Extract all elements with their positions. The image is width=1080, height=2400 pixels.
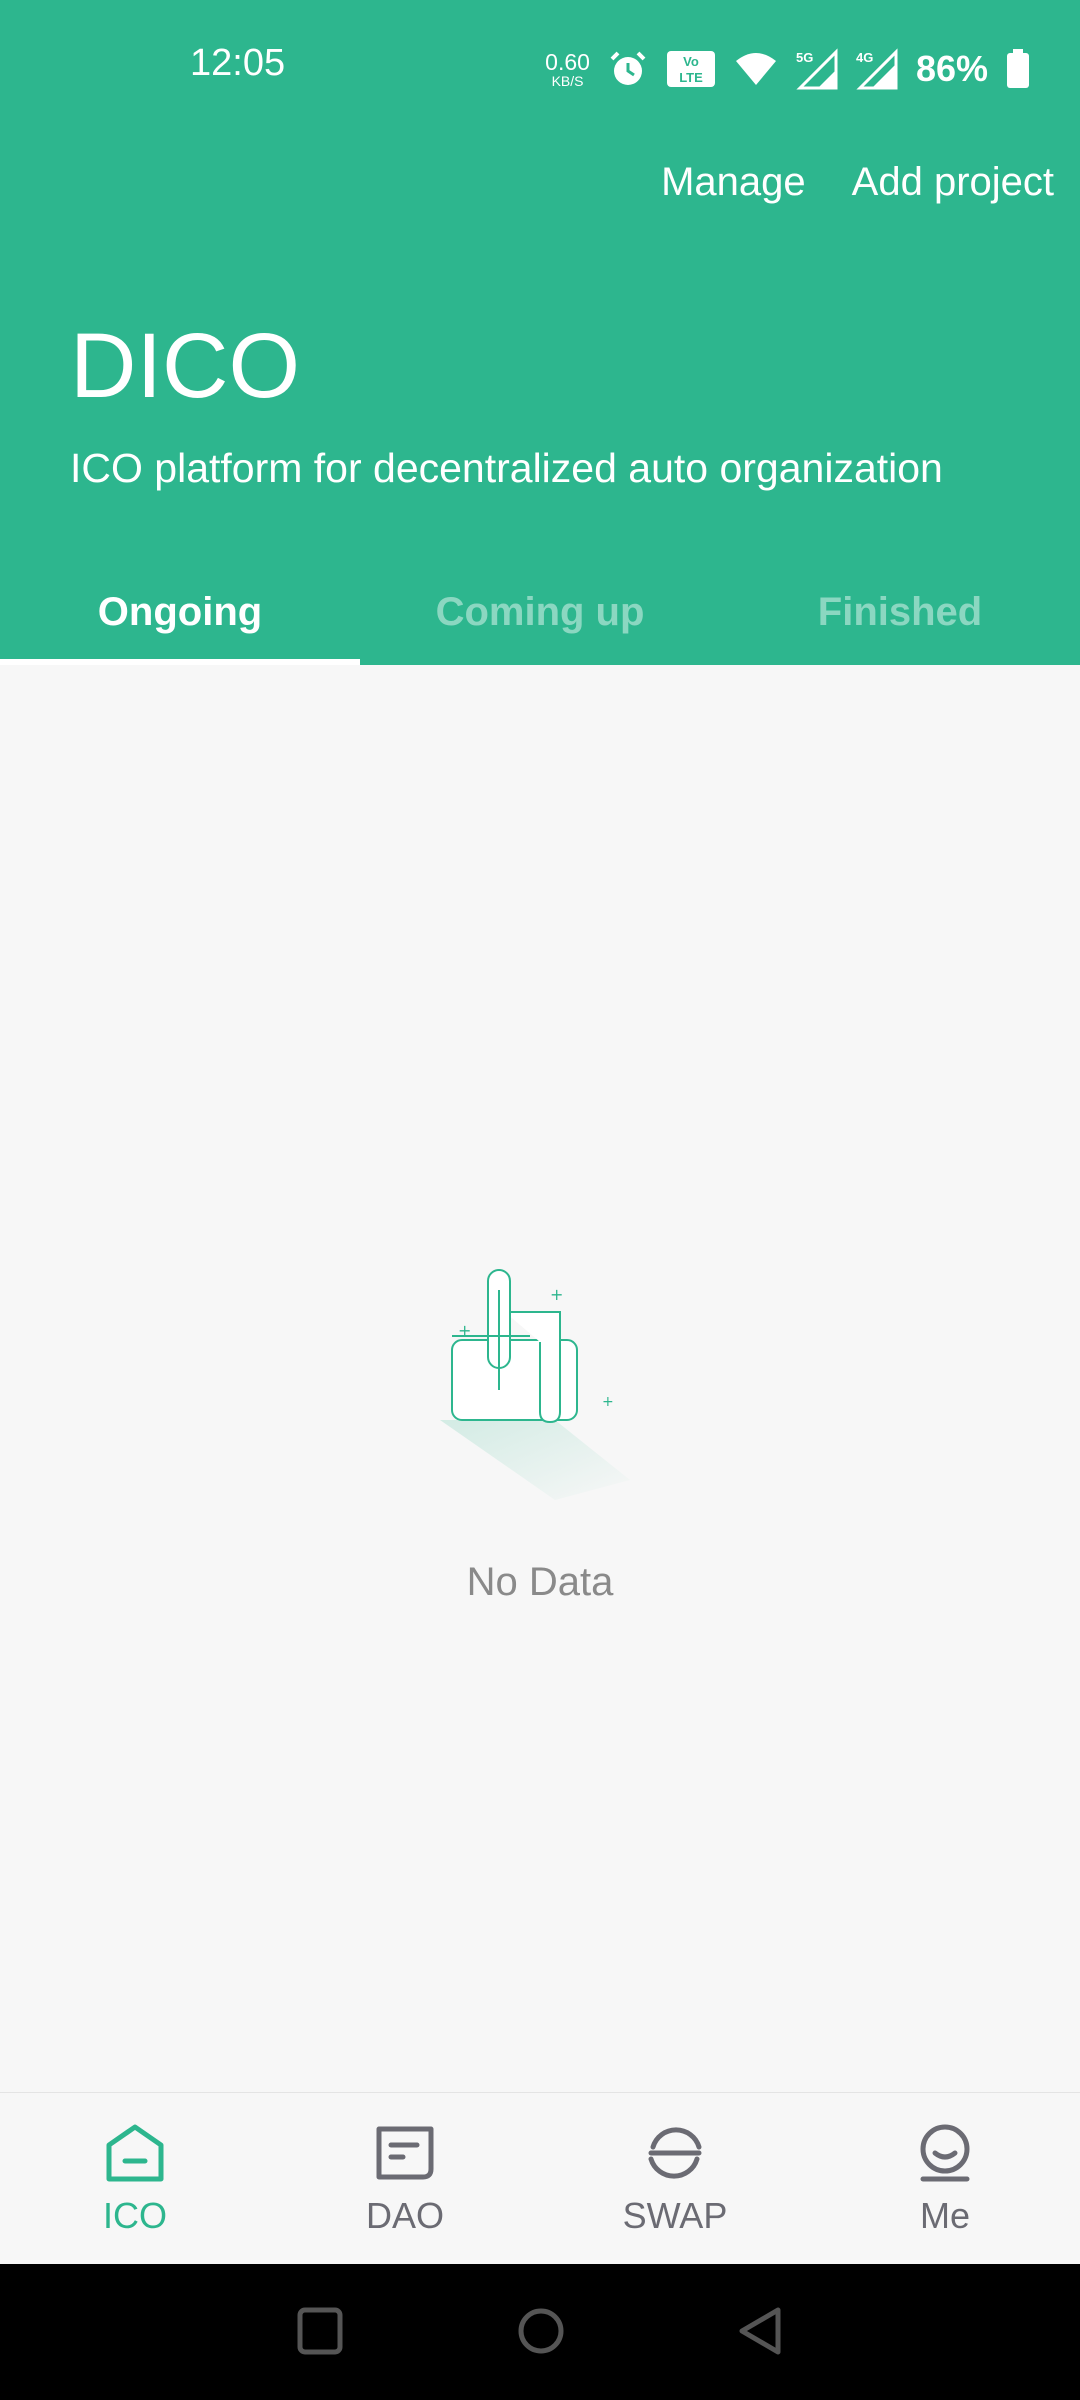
nav-me-label: Me bbox=[919, 2195, 970, 2236]
status-time: 12:05 bbox=[190, 42, 286, 84]
recents-icon[interactable] bbox=[296, 2304, 344, 2358]
nav-item-dao[interactable]: DAO bbox=[270, 2093, 540, 2265]
battery-icon bbox=[1007, 49, 1029, 88]
svg-text:LTE: LTE bbox=[679, 70, 703, 85]
alarm-icon bbox=[610, 51, 646, 85]
app-header: 12:05 0.60 KB/S Vo LTE 5G 4G 86% Manage … bbox=[0, 0, 1080, 665]
net-speed-unit: KB/S bbox=[551, 72, 584, 89]
home-icon[interactable] bbox=[514, 2304, 568, 2358]
page-subtitle: ICO platform for decentralized auto orga… bbox=[70, 445, 943, 491]
add-project-button[interactable]: Add project bbox=[852, 160, 1054, 205]
nav-item-me[interactable]: Me bbox=[810, 2093, 1080, 2265]
status-icons: 0.60 KB/S Vo LTE 5G 4G 86% bbox=[545, 44, 1030, 94]
tab-bar: Ongoing Coming up Finished bbox=[0, 560, 1080, 665]
empty-state: + + + No Data bbox=[0, 1260, 1080, 1605]
empty-state-text: No Data bbox=[466, 1560, 614, 1604]
volte-icon: Vo LTE bbox=[666, 51, 715, 87]
tab-indicator bbox=[0, 659, 360, 665]
nav-swap-label: SWAP bbox=[622, 2195, 728, 2236]
ico-home-icon bbox=[106, 2124, 164, 2182]
svg-text:5G: 5G bbox=[796, 50, 813, 65]
svg-text:+: + bbox=[550, 1285, 563, 1304]
dao-message-icon bbox=[376, 2126, 434, 2180]
battery-percent: 86% bbox=[915, 48, 988, 89]
svg-text:+: + bbox=[458, 1321, 471, 1340]
nav-item-ico[interactable]: ICO bbox=[0, 2093, 270, 2265]
back-icon[interactable] bbox=[736, 2304, 786, 2358]
swap-icon bbox=[648, 2127, 702, 2179]
page-title: DICO bbox=[70, 315, 300, 417]
status-bar: 12:05 0.60 KB/S Vo LTE 5G 4G 86% bbox=[0, 0, 1080, 130]
wifi-icon bbox=[735, 53, 776, 85]
net-speed-value: 0.60 bbox=[545, 48, 590, 75]
header-actions: Manage Add project bbox=[661, 160, 1054, 205]
svg-text:+: + bbox=[602, 1394, 614, 1410]
nav-dao-label: DAO bbox=[365, 2195, 444, 2236]
manage-button[interactable]: Manage bbox=[661, 160, 806, 205]
tab-coming-up-label: Coming up bbox=[435, 590, 645, 634]
nav-ico-label: ICO bbox=[102, 2195, 167, 2236]
system-navigation-bar bbox=[0, 2264, 1080, 2400]
signal-5g-icon: 5G bbox=[796, 48, 838, 90]
profile-icon bbox=[920, 2124, 970, 2182]
tab-ongoing-label: Ongoing bbox=[97, 590, 263, 634]
tab-coming-up[interactable]: Coming up bbox=[360, 560, 720, 665]
signal-4g-icon: 4G bbox=[856, 48, 898, 90]
svg-text:4G: 4G bbox=[856, 50, 873, 65]
nav-item-swap[interactable]: SWAP bbox=[540, 2093, 810, 2265]
tab-ongoing[interactable]: Ongoing bbox=[0, 560, 360, 665]
empty-document-icon: + + + bbox=[440, 1269, 630, 1500]
tab-finished[interactable]: Finished bbox=[720, 560, 1080, 665]
net-speed: 0.60 KB/S bbox=[545, 48, 590, 89]
tab-finished-label: Finished bbox=[817, 590, 983, 634]
bottom-nav: ICO DAO SWAP Me bbox=[0, 2092, 1080, 2265]
svg-text:Vo: Vo bbox=[683, 54, 699, 69]
